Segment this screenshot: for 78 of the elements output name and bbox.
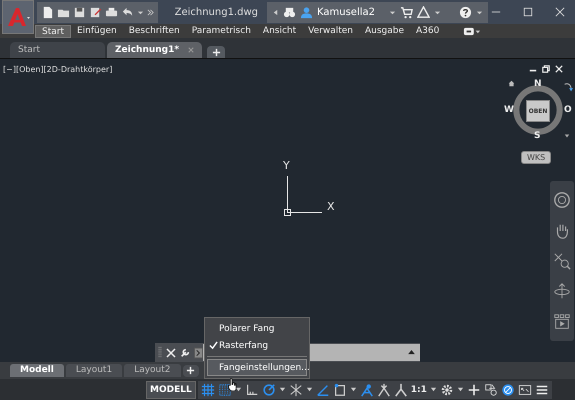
caret-icon[interactable] — [564, 133, 570, 139]
plus-icon — [212, 48, 220, 56]
wrench-icon[interactable] — [180, 348, 190, 358]
binoculars-icon[interactable] — [283, 6, 296, 18]
menu-item[interactable]: Rasterfang — [207, 337, 307, 354]
ribbon-tab[interactable]: Einfügen — [71, 24, 123, 38]
compass-label[interactable]: O — [564, 106, 572, 115]
file-tab[interactable]: Zeichnung1* — [107, 42, 202, 58]
triangle-icon[interactable] — [417, 6, 430, 18]
settings-icon[interactable] — [440, 382, 454, 396]
home-icon[interactable] — [508, 80, 515, 87]
steering-wheel-icon[interactable] — [553, 191, 571, 210]
ribbon-tab[interactable]: A360 — [410, 24, 446, 38]
save-as-icon[interactable] — [88, 6, 102, 18]
rotate-arrow-icon[interactable] — [564, 82, 573, 93]
help-icon[interactable] — [459, 6, 472, 18]
ribbon-tab[interactable]: Beschriften — [122, 24, 186, 38]
compass-label[interactable]: N — [534, 80, 542, 89]
viewport-controls[interactable]: [−][Oben][2D-Drahtkörper] — [3, 65, 112, 74]
menu-item[interactable]: Fangeinstellungen... — [207, 359, 307, 376]
compass-label[interactable]: W — [504, 106, 514, 115]
caret-icon[interactable] — [234, 386, 242, 393]
annotation-scale-icon[interactable] — [394, 382, 408, 396]
axis-label: Y — [283, 160, 290, 171]
grip-handle-icon[interactable] — [158, 346, 162, 359]
ribbon-tab[interactable]: Start — [35, 24, 71, 38]
right-angle-icon[interactable] — [244, 382, 259, 396]
showmotion-icon[interactable] — [553, 312, 571, 331]
isometric-lines-icon[interactable] — [288, 382, 303, 396]
print-icon[interactable] — [104, 6, 118, 18]
up-arrow-icon[interactable] — [408, 350, 415, 355]
layout-tab[interactable]: Layout1 — [66, 364, 122, 377]
ribbon-tab[interactable]: Ausgabe — [358, 24, 410, 38]
caret-icon[interactable] — [306, 386, 313, 393]
orbit-icon[interactable] — [553, 282, 571, 300]
model-space-button[interactable]: MODELL — [146, 380, 196, 398]
layout-tab[interactable]: Modell — [10, 364, 64, 377]
isolate-icon[interactable] — [500, 382, 515, 396]
scale-button[interactable]: 1:1 — [410, 384, 427, 394]
file-tab[interactable]: Start — [10, 42, 105, 58]
menu-item[interactable]: Polarer Fang — [207, 320, 307, 337]
annotation-person-icon[interactable] — [360, 382, 374, 396]
ucs-menu-button[interactable]: WKS — [521, 151, 552, 164]
ribbon-tab[interactable]: Ansicht — [256, 24, 302, 38]
zoom-icon[interactable] — [553, 252, 571, 270]
prompt-icon — [194, 346, 203, 358]
axis-label: X — [327, 201, 335, 212]
shapes-icon[interactable] — [484, 382, 498, 396]
caret-icon[interactable] — [350, 386, 357, 393]
ucs-axes-icon — [284, 176, 322, 216]
new-layout-button[interactable] — [182, 364, 199, 376]
menu-icon[interactable] — [534, 382, 549, 396]
polar-icon[interactable] — [262, 382, 276, 396]
angle-icon[interactable] — [316, 382, 330, 396]
object-snap-icon[interactable] — [332, 382, 347, 396]
compass-label[interactable]: S — [534, 132, 540, 141]
restore-icon[interactable] — [542, 65, 550, 73]
user-name[interactable]: Kamusella2 — [317, 6, 375, 18]
plus-icon[interactable] — [466, 382, 481, 396]
plus-icon — [186, 366, 196, 375]
fullscreen-icon[interactable] — [518, 382, 532, 396]
window-title: Zeichnung1.dwg — [174, 6, 258, 18]
maximize-icon[interactable] — [523, 7, 533, 17]
caret-icon[interactable] — [456, 386, 464, 393]
annotation-scale-icon[interactable] — [376, 382, 391, 396]
hand-cursor-icon — [227, 378, 237, 391]
new-tab-button[interactable] — [207, 46, 225, 58]
cart-icon[interactable] — [400, 6, 413, 18]
ribbon-tab[interactable]: Verwalten — [302, 24, 359, 38]
caret-icon[interactable] — [278, 386, 286, 393]
caret-icon[interactable] — [430, 386, 437, 393]
ribbon-tab[interactable]: Parametrisch — [186, 24, 257, 38]
panel-toggle-icon[interactable] — [463, 26, 482, 36]
save-icon[interactable] — [72, 6, 86, 18]
layout-tab[interactable]: Layout2 — [124, 364, 181, 377]
more-icon[interactable] — [146, 8, 154, 16]
dotted-grid-icon[interactable] — [218, 382, 232, 396]
left-arrow-icon[interactable] — [272, 8, 279, 16]
